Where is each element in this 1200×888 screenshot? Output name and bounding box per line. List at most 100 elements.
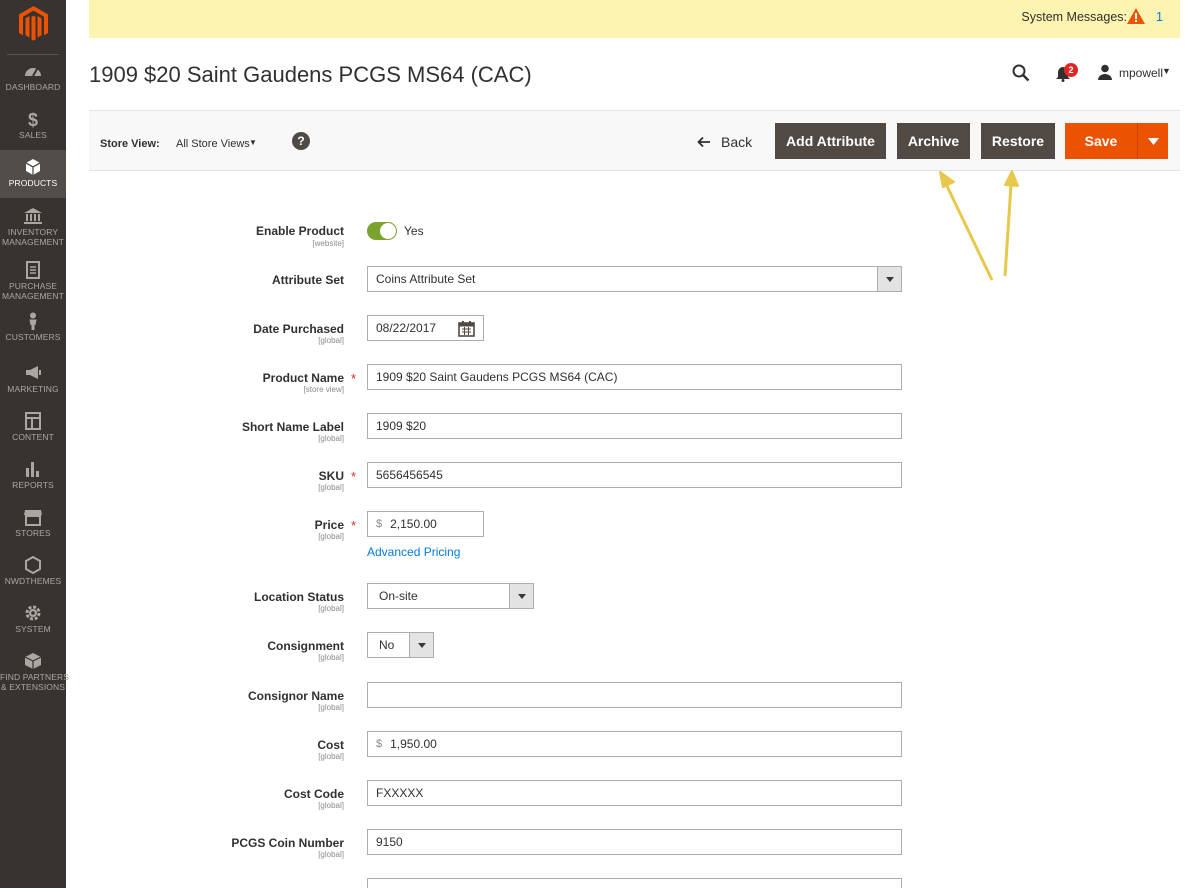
- price-value: 2,150.00: [390, 517, 437, 531]
- store-view-switcher[interactable]: All Store Views: [176, 138, 250, 150]
- nav-marketing-label: MARKETING: [7, 384, 59, 394]
- nav-inventory-label-2: MANAGEMENT: [2, 237, 64, 247]
- gear-icon: [25, 605, 41, 621]
- cost-label: Cost: [317, 738, 344, 752]
- nav-sales-label: SALES: [19, 130, 47, 140]
- bank-icon: [24, 208, 42, 224]
- nav-find-partners[interactable]: FIND PARTNERS & EXTENSIONS: [0, 652, 69, 700]
- sku-input[interactable]: 5656456545: [367, 462, 902, 488]
- pcgs-coin-number-label: PCGS Coin Number: [231, 836, 344, 850]
- restore-button[interactable]: Restore: [981, 123, 1055, 159]
- pcgs-coin-number-scope: [global]: [318, 850, 344, 859]
- cost-value: 1,950.00: [390, 737, 437, 751]
- notifications-badge[interactable]: 2: [1064, 63, 1078, 77]
- logo-divider: [7, 54, 59, 55]
- magento-logo-icon[interactable]: [19, 6, 48, 42]
- cost-currency-prefix: $: [376, 738, 383, 750]
- back-button[interactable]: Back: [697, 131, 752, 153]
- location-status-dropdown-button[interactable]: [509, 583, 534, 609]
- attribute-set-select[interactable]: Coins Attribute Set: [367, 266, 902, 292]
- help-icon[interactable]: ?: [292, 132, 310, 150]
- cost-input[interactable]: $ 1,950.00: [367, 731, 902, 757]
- date-purchased-label: Date Purchased: [253, 322, 344, 336]
- short-name-label: Short Name Label: [241, 420, 344, 434]
- required-marker: *: [351, 469, 357, 484]
- nav-nwdthemes-label: NWDTHEMES: [4, 576, 62, 586]
- add-attribute-button[interactable]: Add Attribute: [775, 123, 886, 159]
- location-status-label: Location Status: [253, 590, 344, 604]
- nav-inventory-label-1: INVENTORY: [7, 227, 59, 237]
- consignment-select[interactable]: No: [367, 632, 434, 658]
- nav-find-partners-label-1: FIND PARTNERS: [0, 672, 69, 682]
- date-purchased-input[interactable]: 08/22/2017: [367, 315, 484, 341]
- nav-find-partners-label-2: & EXTENSIONS: [0, 682, 66, 692]
- arrow-left-icon: [697, 136, 710, 148]
- cube-icon: [25, 159, 41, 175]
- next-field-input[interactable]: [367, 878, 902, 888]
- storefront-icon: [24, 510, 42, 526]
- page-title: 1909 $20 Saint Gaudens PCGS MS64 (CAC): [89, 62, 532, 87]
- pcgs-coin-number-input[interactable]: 9150: [367, 829, 902, 855]
- admin-sidebar: DASHBOARD $ SALES PRODUCTS INVENTORY MAN…: [0, 0, 69, 888]
- archive-button[interactable]: Archive: [897, 123, 970, 159]
- caret-down-icon: [1147, 137, 1159, 145]
- product-name-label: Product Name: [262, 371, 344, 385]
- user-menu-caret-icon[interactable]: ▼: [1162, 66, 1171, 76]
- enable-product-toggle[interactable]: [367, 222, 397, 240]
- enable-product-label: Enable Product: [255, 224, 344, 238]
- price-currency-prefix: $: [376, 518, 383, 530]
- caret-down-icon: [885, 276, 894, 282]
- attribute-set-label: Attribute Set: [272, 273, 344, 287]
- nav-products[interactable]: PRODUCTS: [0, 150, 66, 198]
- nav-purchase-label-1: PURCHASE: [8, 281, 58, 291]
- short-name-value: 1909 $20: [376, 419, 427, 433]
- short-name-input[interactable]: 1909 $20: [367, 413, 902, 439]
- consignment-label: Consignment: [267, 639, 344, 653]
- nav-nwdthemes[interactable]: NWDTHEMES: [0, 556, 66, 604]
- date-purchased-scope: [global]: [318, 336, 344, 345]
- cost-code-input[interactable]: FXXXXX: [367, 780, 902, 806]
- cost-code-value: FXXXXX: [376, 786, 424, 800]
- nav-reports[interactable]: REPORTS: [0, 460, 66, 508]
- attribute-set-dropdown-button[interactable]: [877, 266, 902, 292]
- nav-purchase-management[interactable]: PURCHASE MANAGEMENT: [0, 261, 66, 309]
- nav-inventory-management[interactable]: INVENTORY MANAGEMENT: [0, 207, 66, 255]
- hexagon-icon: [25, 556, 41, 574]
- nav-customers[interactable]: CUSTOMERS: [0, 312, 66, 360]
- system-messages-count[interactable]: 1: [1156, 10, 1163, 24]
- box-icon: [24, 653, 42, 669]
- required-marker: *: [351, 371, 357, 386]
- sku-scope: [global]: [318, 483, 344, 492]
- back-button-label: Back: [721, 134, 753, 150]
- nav-system[interactable]: SYSTEM: [0, 604, 66, 652]
- user-icon[interactable]: [1097, 64, 1113, 80]
- layout-icon: [25, 412, 41, 430]
- location-status-select[interactable]: On-site: [367, 583, 534, 609]
- cost-scope: [global]: [318, 752, 344, 761]
- search-icon[interactable]: [1012, 64, 1030, 82]
- nav-stores[interactable]: STORES: [0, 508, 66, 556]
- nav-products-label: PRODUCTS: [8, 178, 58, 188]
- price-input[interactable]: $ 2,150.00: [367, 511, 484, 537]
- location-status-scope: [global]: [318, 604, 344, 613]
- store-view-caret-icon[interactable]: ▼: [249, 138, 257, 147]
- save-button[interactable]: Save: [1065, 123, 1137, 159]
- consignment-scope: [global]: [318, 653, 344, 662]
- consignor-name-input[interactable]: [367, 682, 902, 708]
- nav-marketing[interactable]: MARKETING: [0, 364, 66, 412]
- consignor-name-label: Consignor Name: [247, 689, 344, 703]
- save-options-toggle[interactable]: [1137, 123, 1168, 159]
- calendar-icon[interactable]: [458, 320, 475, 337]
- nav-dashboard[interactable]: DASHBOARD: [0, 62, 66, 110]
- sku-value: 5656456545: [376, 468, 443, 482]
- consignor-name-scope: [global]: [318, 703, 344, 712]
- short-name-scope: [global]: [318, 434, 344, 443]
- consignment-dropdown-button[interactable]: [409, 632, 434, 658]
- warning-icon[interactable]: [1127, 8, 1145, 24]
- user-menu[interactable]: mpowell: [1119, 66, 1163, 80]
- advanced-pricing-link[interactable]: Advanced Pricing: [367, 545, 460, 559]
- product-name-input[interactable]: 1909 $20 Saint Gaudens PCGS MS64 (CAC): [367, 364, 902, 390]
- annotation-arrows: [939, 170, 1019, 281]
- annotation-arrow-restore: [1003, 170, 1019, 277]
- nav-content[interactable]: CONTENT: [0, 412, 66, 460]
